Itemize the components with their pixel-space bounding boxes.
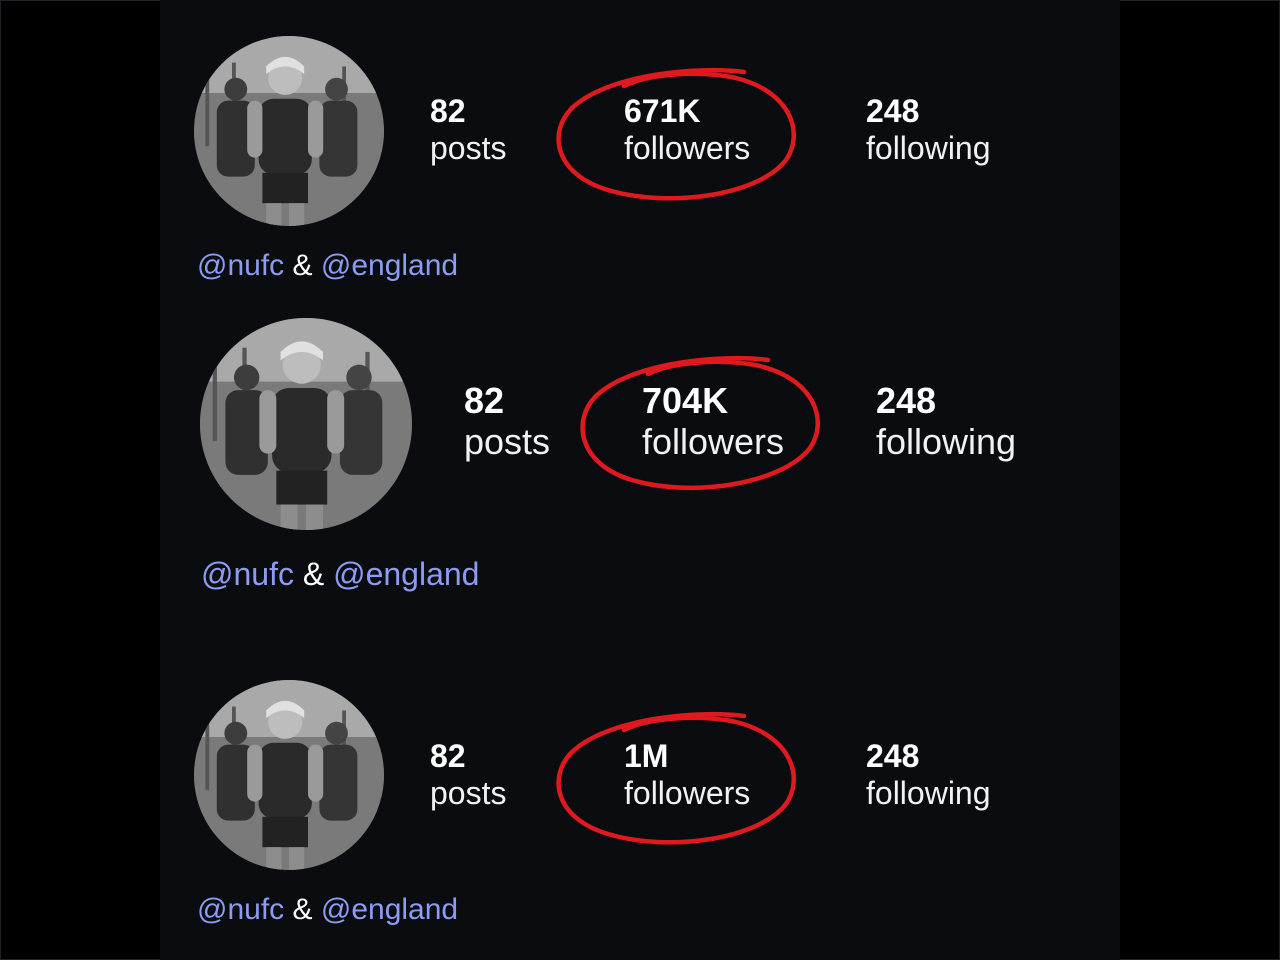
followers-stat[interactable]: 1M followers [624, 738, 750, 812]
posts-label: posts [430, 129, 507, 166]
posts-count: 82 [464, 380, 505, 421]
posts-count: 82 [430, 93, 466, 129]
posts-label: posts [430, 774, 507, 811]
mention-link[interactable]: @nufc [197, 249, 284, 282]
ampersand-text: & [292, 249, 313, 282]
followers-label: followers [624, 129, 751, 166]
following-stat[interactable]: 248 following [876, 380, 1016, 463]
mention-link[interactable]: @nufc [197, 893, 284, 926]
avatar[interactable] [194, 36, 384, 226]
posts-stat[interactable]: 82 posts [430, 93, 506, 167]
posts-count: 82 [430, 738, 466, 774]
posts-stat[interactable]: 82 posts [430, 738, 506, 812]
posts-stat[interactable]: 82 posts [464, 380, 550, 463]
following-count: 248 [876, 380, 937, 421]
mention-link[interactable]: @england [321, 249, 458, 282]
bio-mentions: @nufc & @england [197, 249, 458, 283]
following-label: following [866, 129, 991, 166]
ampersand-text: & [292, 893, 313, 926]
followers-stat[interactable]: 704K followers [642, 380, 784, 463]
bio-mentions: @nufc & @england [201, 556, 479, 593]
following-count: 248 [866, 738, 920, 774]
mention-link[interactable]: @england [333, 556, 479, 592]
following-label: following [876, 421, 1017, 463]
followers-label: followers [624, 774, 751, 811]
followers-stat[interactable]: 671K followers [624, 93, 750, 167]
following-stat[interactable]: 248 following [866, 738, 991, 812]
ampersand-text: & [302, 556, 325, 592]
followers-label: followers [642, 421, 785, 463]
bio-mentions: @nufc & @england [197, 893, 458, 927]
mention-link[interactable]: @england [321, 893, 458, 926]
player-photo-icon [200, 318, 412, 530]
followers-count: 671K [624, 93, 701, 129]
following-stat[interactable]: 248 following [866, 93, 991, 167]
followers-count: 704K [642, 380, 729, 421]
mention-link[interactable]: @nufc [201, 556, 294, 592]
posts-label: posts [464, 421, 551, 463]
following-label: following [866, 774, 991, 811]
player-photo-icon [194, 36, 384, 226]
avatar[interactable] [200, 318, 412, 530]
player-photo-icon [194, 680, 384, 870]
following-count: 248 [866, 93, 920, 129]
avatar[interactable] [194, 680, 384, 870]
followers-count: 1M [624, 738, 669, 774]
